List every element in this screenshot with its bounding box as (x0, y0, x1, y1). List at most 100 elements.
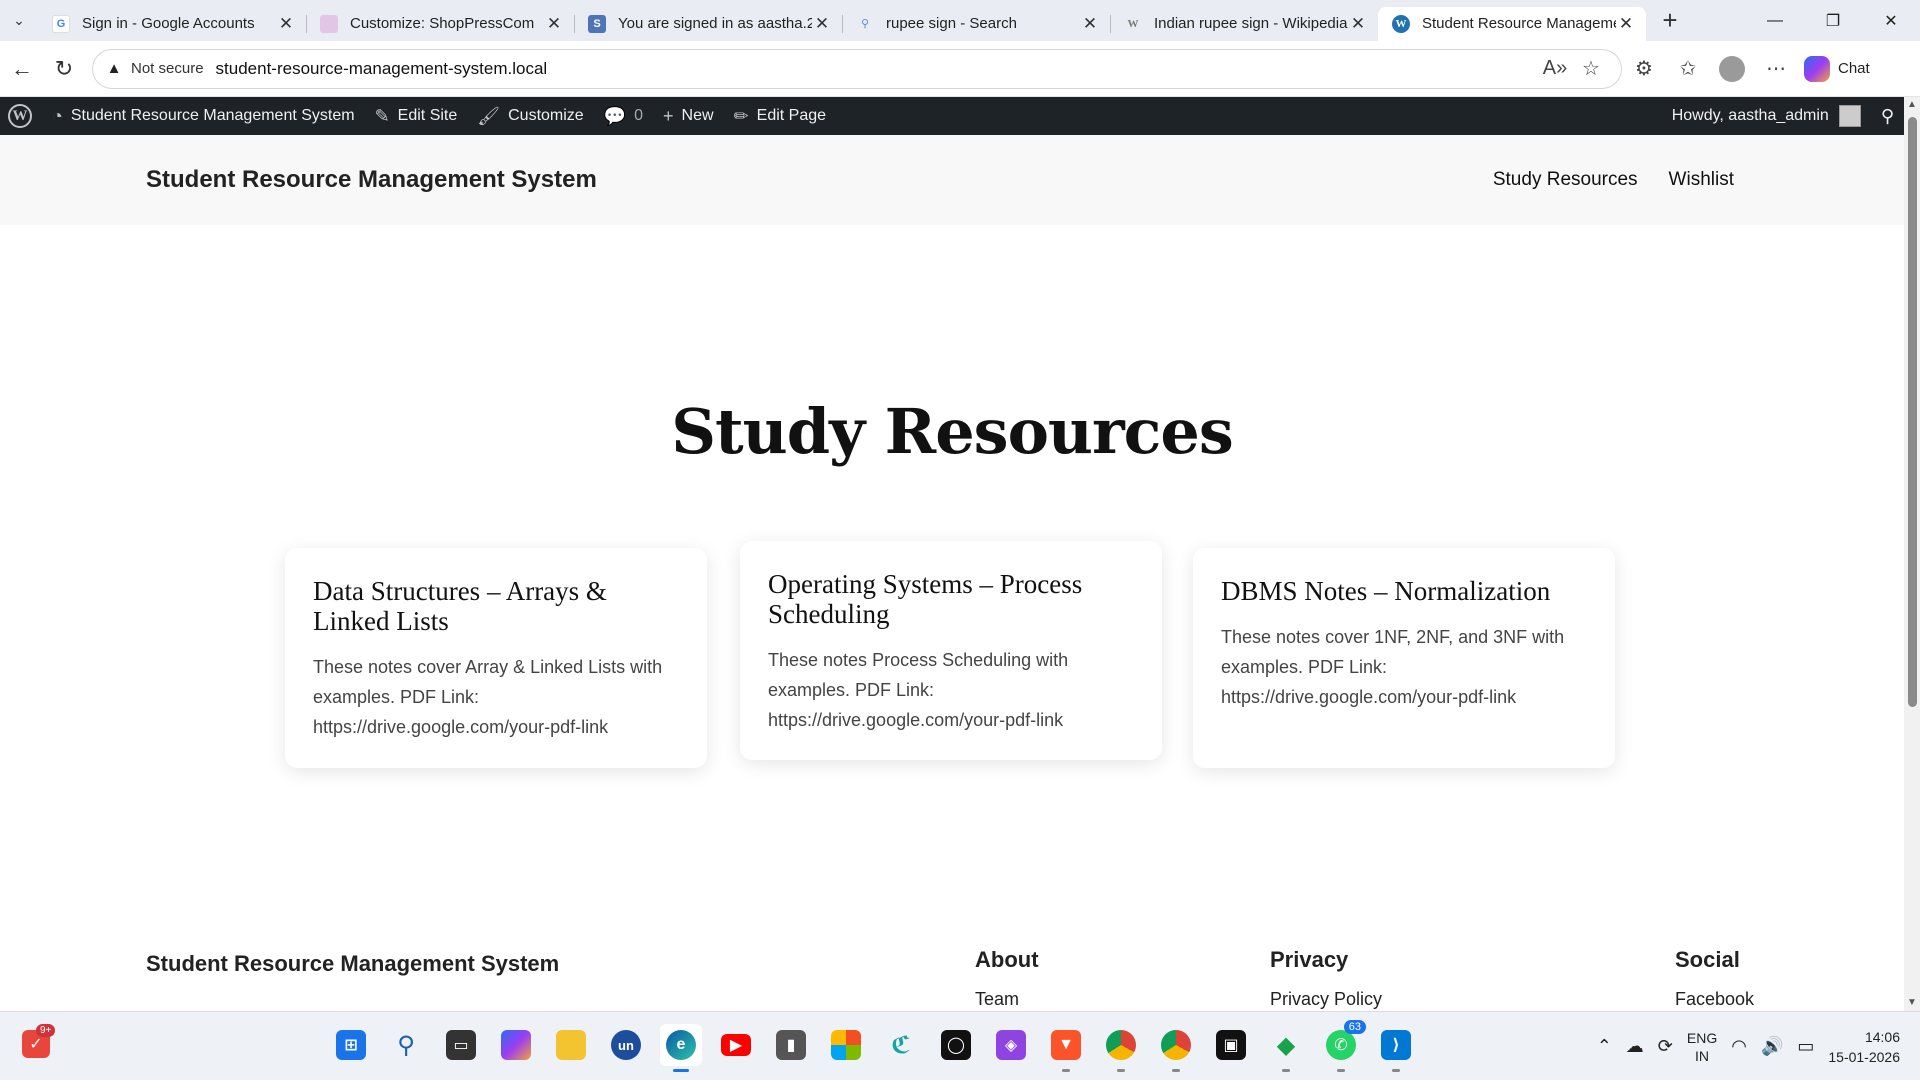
resource-card-data-structures[interactable]: Data Structures – Arrays & Linked Lists … (285, 548, 707, 768)
footer-link[interactable]: Team (975, 989, 1039, 1010)
clock-date: 15-01-2026 (1828, 1048, 1900, 1065)
restore-icon[interactable]: ❐ (1804, 0, 1862, 41)
chrome-profile-s[interactable] (1100, 1024, 1142, 1072)
close-icon[interactable]: ✕ (1616, 14, 1636, 34)
microsoft-store[interactable] (825, 1024, 867, 1066)
scroll-down-icon[interactable]: ▼ (1904, 995, 1920, 1011)
clock[interactable]: 14:06 15-01-2026 (1828, 1027, 1900, 1067)
youtube-app[interactable]: ▶ (715, 1024, 757, 1066)
favorites-icon[interactable]: ✩ (1666, 49, 1710, 89)
curve-app[interactable]: ℭ (880, 1024, 922, 1066)
diamond-app[interactable]: ◆ (1265, 1024, 1307, 1072)
close-icon[interactable]: ✕ (1348, 14, 1368, 34)
copilot-app[interactable] (495, 1024, 537, 1066)
customize-link[interactable]: 🖌 Customize (467, 97, 593, 135)
read-aloud-icon[interactable]: A» (1537, 57, 1573, 80)
edit-page-link[interactable]: ✏ Edit Page (724, 97, 836, 135)
card-title[interactable]: Operating Systems – Process Scheduling (768, 569, 1134, 629)
scrollbar-thumb[interactable] (1908, 117, 1917, 707)
card-title[interactable]: DBMS Notes – Normalization (1221, 576, 1587, 606)
tab-list-chevron-icon[interactable]: ⌄ (0, 0, 38, 41)
nav-wishlist[interactable]: Wishlist (1669, 169, 1734, 191)
back-arrow-icon[interactable]: ← (2, 49, 42, 89)
footer-link[interactable]: Facebook (1675, 989, 1754, 1010)
reload-icon[interactable]: ↻ (44, 49, 84, 89)
url-text[interactable]: student-resource-management-system.local (216, 59, 1537, 79)
paintbrush-icon: 🖌 (477, 105, 501, 126)
security-label[interactable]: Not secure (131, 60, 204, 77)
brave-app[interactable]: ▼ (1045, 1024, 1087, 1072)
vscode-app[interactable]: ⟩ (1375, 1024, 1417, 1072)
more-menu-icon[interactable]: ⋯ (1754, 49, 1798, 89)
tab-google-accounts[interactable]: G Sign in - Google Accounts ✕ (38, 7, 306, 41)
edge-app[interactable]: e (660, 1024, 702, 1072)
chat-button[interactable]: Chat (1804, 55, 1870, 82)
resource-card-operating-systems[interactable]: Operating Systems – Process Scheduling T… (740, 541, 1162, 760)
taskbar-search[interactable]: ⚲ (385, 1024, 427, 1066)
user-avatar (1838, 105, 1861, 127)
tab-student-resource[interactable]: W Student Resource Management ✕ (1378, 6, 1646, 41)
comments-link[interactable]: 💬 0 (594, 97, 653, 135)
footer-heading: Privacy (1270, 947, 1349, 972)
close-icon[interactable]: ✕ (544, 14, 564, 34)
customize-label: Customize (508, 107, 584, 124)
tab-title: Customize: ShopPressCom (350, 15, 535, 32)
tab-customize-shoppress[interactable]: Customize: ShopPressCom ✕ (306, 7, 574, 41)
chevron-up-icon[interactable]: ⌃ (1597, 1036, 1612, 1057)
tab-wikipedia[interactable]: W Indian rupee sign - Wikipedia ✕ (1110, 7, 1378, 41)
wp-logo-menu[interactable]: W (0, 97, 42, 135)
notification-app-icon[interactable]: ✓ 9+ (22, 1024, 56, 1060)
notification-badge: 9+ (36, 1024, 56, 1037)
scroll-up-icon[interactable]: ▲ (1904, 97, 1920, 113)
close-icon[interactable]: ✕ (1080, 14, 1100, 34)
site-title[interactable]: Student Resource Management System (146, 166, 597, 194)
cloud-offline-icon[interactable]: ☁ (1626, 1036, 1644, 1057)
site-header: Student Resource Management System Study… (0, 135, 1904, 225)
whatsapp-count: 63 (1343, 1020, 1366, 1034)
record-app[interactable]: ◯ (935, 1024, 977, 1066)
profile-avatar[interactable] (1710, 49, 1754, 89)
wifi-icon[interactable]: ◠ (1731, 1036, 1747, 1057)
windows-taskbar: ✓ 9+ ⊞ ⚲ ▭ un e ▶ ▮ ℭ ◯ ◈ ▼ ▣ ◆ ✆ 63 ⟩ ⌃ … (0, 1011, 1920, 1080)
new-tab-plus-icon[interactable]: + (1650, 4, 1690, 38)
my-account-menu[interactable]: Howdy, aastha_admin (1662, 97, 1871, 135)
vscode-icon: ⟩ (1381, 1030, 1411, 1060)
purple-app[interactable]: ◈ (990, 1024, 1032, 1066)
un-icon: un (611, 1030, 641, 1060)
nav-study-resources[interactable]: Study Resources (1493, 169, 1638, 191)
warning-triangle-icon[interactable]: ▲ (105, 60, 123, 78)
resource-card-dbms[interactable]: DBMS Notes – Normalization These notes c… (1193, 548, 1615, 768)
capcut-app[interactable]: ▣ (1210, 1024, 1252, 1066)
language-indicator[interactable]: ENG IN (1687, 1029, 1717, 1065)
chrome-profile-a[interactable] (1155, 1024, 1197, 1072)
primary-nav: Study Resources Wishlist (1493, 169, 1734, 191)
close-icon[interactable]: ✕ (276, 14, 296, 34)
address-bar[interactable]: ▲ Not secure student-resource-management… (92, 48, 1622, 89)
favorite-star-icon[interactable]: ☆ (1573, 56, 1609, 81)
admin-site-name[interactable]: ◔ Student Resource Management System (42, 97, 365, 135)
extensions-puzzle-icon[interactable]: ⚙ (1622, 49, 1666, 89)
notes-app[interactable]: ▮ (770, 1024, 812, 1066)
new-content-link[interactable]: + New (653, 97, 724, 135)
battery-icon[interactable]: ▭ (1797, 1036, 1814, 1057)
volume-icon[interactable]: 🔊 (1761, 1036, 1783, 1057)
card-title[interactable]: Data Structures – Arrays & Linked Lists (313, 576, 679, 636)
window-close-icon[interactable]: ✕ (1862, 0, 1920, 41)
footer-site-title[interactable]: Student Resource Management System (146, 951, 559, 977)
unstop-app[interactable]: un (605, 1024, 647, 1066)
edit-site-link[interactable]: ✎ Edit Site (365, 97, 468, 135)
footer-link[interactable]: Privacy Policy (1270, 989, 1382, 1010)
minimize-icon[interactable]: — (1746, 0, 1804, 41)
tab-signed-in[interactable]: S You are signed in as aastha.2 ✕ (574, 7, 842, 41)
search-icon: ⚲ (1880, 105, 1894, 126)
task-view[interactable]: ▭ (440, 1024, 482, 1066)
file-explorer[interactable] (550, 1024, 592, 1066)
admin-search-button[interactable]: ⚲ (1871, 97, 1904, 135)
sync-icon[interactable]: ⟳ (1658, 1036, 1673, 1057)
close-icon[interactable]: ✕ (812, 14, 832, 34)
start-button[interactable]: ⊞ (330, 1024, 372, 1066)
tab-rupee-search[interactable]: ⚲ rupee sign - Search ✕ (842, 7, 1110, 41)
page-scrollbar[interactable]: ▲ ▼ (1904, 97, 1920, 1011)
whatsapp-app[interactable]: ✆ 63 (1320, 1020, 1366, 1072)
comment-bubble-icon: 💬 (603, 105, 627, 126)
